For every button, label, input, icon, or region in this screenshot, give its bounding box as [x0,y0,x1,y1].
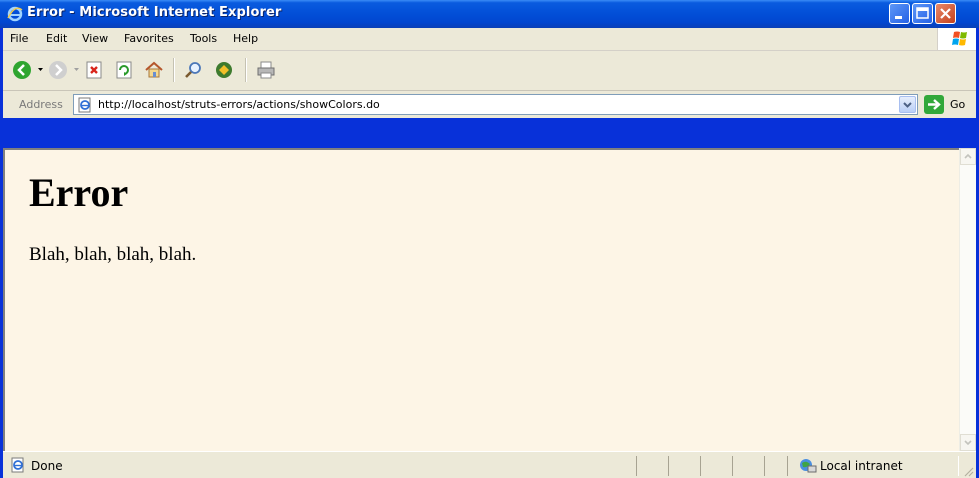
close-icon [940,8,951,19]
window-title: Error - Microsoft Internet Explorer [27,5,282,20]
done-page-icon [11,457,24,473]
title-bar[interactable]: Error - Microsoft Internet Explorer [0,0,979,28]
ie-app-icon [7,6,23,22]
chevron-down-icon [903,102,912,108]
status-pane [668,456,701,476]
menu-favorites[interactable]: Favorites [124,32,174,45]
resize-grip-icon[interactable] [962,465,974,477]
vertical-scrollbar[interactable] [959,148,976,451]
status-text: Done [31,459,63,473]
print-icon[interactable] [255,59,277,81]
maximize-button[interactable] [912,3,933,24]
address-input[interactable]: http://localhost/struts-errors/actions/s… [73,94,918,115]
address-url: http://localhost/struts-errors/actions/s… [98,98,380,111]
menu-bar: File Edit View Favorites Tools Help [3,28,976,51]
minimize-icon [895,16,902,19]
menu-view[interactable]: View [82,32,108,45]
search-icon[interactable] [183,59,205,81]
toolbar-separator [173,58,175,82]
security-zone-text: Local intranet [820,459,903,473]
address-dropdown-button[interactable] [899,96,916,113]
chevron-down-icon [964,440,972,446]
favorites-icon[interactable] [213,59,235,81]
status-pane [732,456,765,476]
minimize-button[interactable] [889,3,910,24]
back-dropdown-icon[interactable] [38,68,43,72]
status-pane [700,456,733,476]
chevron-up-icon [964,153,972,159]
menu-tools[interactable]: Tools [190,32,217,45]
forward-icon[interactable] [47,59,69,81]
toolbar: Address http://localhost/struts-errors/a… [3,51,976,118]
menu-file[interactable]: File [10,32,28,45]
local-intranet-icon [800,459,817,473]
scroll-up-button[interactable] [960,148,976,165]
standard-buttons [3,51,976,91]
go-arrow-icon [924,95,944,114]
browser-window: Error - Microsoft Internet Explorer File… [0,0,979,478]
back-icon[interactable] [11,59,33,81]
status-pane [636,456,669,476]
windows-flag-icon [952,31,967,46]
status-bar: Done Local intranet [3,451,976,478]
refresh-icon[interactable] [113,59,135,81]
toolbar-separator [245,58,247,82]
page-icon [78,97,91,113]
scroll-down-button[interactable] [960,434,976,451]
address-bar: Address http://localhost/struts-errors/a… [3,91,976,118]
menu-edit[interactable]: Edit [46,32,67,45]
forward-dropdown-icon[interactable] [74,68,79,72]
page-viewport[interactable]: Error Blah, blah, blah, blah. [3,148,959,451]
close-button[interactable] [935,3,956,24]
windows-logo [937,28,976,50]
address-label: Address [19,98,63,111]
go-button[interactable]: Go [924,94,972,115]
go-label: Go [950,98,966,111]
home-icon[interactable] [143,59,165,81]
page-heading: Error [29,170,129,215]
status-pane [764,456,788,476]
menu-help[interactable]: Help [233,32,258,45]
stop-icon[interactable] [83,59,105,81]
maximize-icon [916,7,929,19]
page-body-text: Blah, blah, blah, blah. [29,244,197,265]
